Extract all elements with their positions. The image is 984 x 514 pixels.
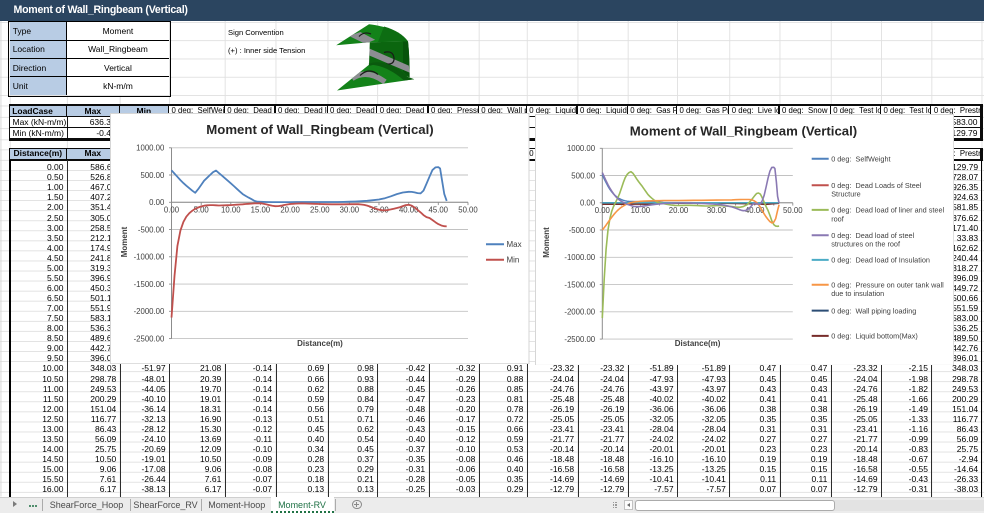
svg-text:Moment: Moment [120, 226, 129, 257]
svg-text:0.00: 0.00 [164, 206, 180, 215]
svg-text:50.00: 50.00 [783, 206, 803, 215]
svg-text:20.00: 20.00 [280, 206, 300, 215]
svg-text:-2000.00: -2000.00 [565, 307, 596, 316]
svg-text:20.00: 20.00 [669, 206, 689, 215]
svg-text:30.00: 30.00 [340, 206, 360, 215]
svg-text:0 deg: Dead load of steel: 0 deg: Dead load of steel [831, 230, 914, 239]
svg-text:Moment: Moment [542, 226, 551, 257]
svg-text:Moment of Wall_Ringbeam (Verti: Moment of Wall_Ringbeam (Vertical) [206, 122, 433, 137]
svg-text:45.00: 45.00 [429, 206, 449, 215]
svg-text:10.00: 10.00 [631, 206, 651, 215]
svg-text:0.00: 0.00 [580, 198, 596, 207]
svg-text:0 deg: Dead load of Insulatio: 0 deg: Dead load of Insulation [831, 255, 930, 264]
svg-text:-2000.00: -2000.00 [134, 307, 165, 316]
svg-text:-1500.00: -1500.00 [565, 280, 596, 289]
svg-text:-500.00: -500.00 [569, 225, 596, 234]
svg-text:1000.00: 1000.00 [136, 144, 165, 153]
svg-text:0 deg: Wall piping loading: 0 deg: Wall piping loading [831, 306, 916, 315]
svg-text:500.00: 500.00 [140, 171, 164, 180]
svg-text:30.00: 30.00 [707, 206, 727, 215]
svg-text:Distance(m): Distance(m) [297, 339, 343, 348]
svg-text:15.00: 15.00 [251, 206, 271, 215]
svg-text:-2500.00: -2500.00 [134, 334, 165, 343]
svg-text:-1500.00: -1500.00 [134, 280, 165, 289]
svg-text:0 deg: Dead Loads of Steel: 0 deg: Dead Loads of Steel [831, 180, 922, 189]
svg-text:-2500.00: -2500.00 [565, 334, 596, 343]
svg-text:10.00: 10.00 [221, 206, 241, 215]
svg-text:0 deg: Liquid bottom(Max): 0 deg: Liquid bottom(Max) [831, 331, 918, 340]
svg-text:-500.00: -500.00 [138, 225, 165, 234]
svg-text:-1000.00: -1000.00 [565, 253, 596, 262]
svg-text:Moment of Wall_Ringbeam (Verti: Moment of Wall_Ringbeam (Vertical) [630, 123, 857, 138]
svg-text:-1000.00: -1000.00 [134, 253, 165, 262]
svg-text:500.00: 500.00 [572, 171, 596, 180]
svg-text:due to insulation: due to insulation [831, 289, 884, 298]
svg-text:Min: Min [506, 255, 519, 264]
svg-text:0.00: 0.00 [595, 206, 611, 215]
svg-text:Structure: Structure [831, 189, 861, 198]
svg-text:Max: Max [506, 240, 521, 249]
svg-text:1000.00: 1000.00 [567, 144, 596, 153]
svg-text:50.00: 50.00 [458, 206, 478, 215]
svg-text:0.00: 0.00 [149, 198, 165, 207]
svg-text:Distance(m): Distance(m) [675, 338, 721, 347]
svg-text:structures on the roof: structures on the roof [831, 239, 901, 248]
svg-text:0 deg: Pressure on outer tank: 0 deg: Pressure on outer tank wall [831, 280, 944, 289]
svg-text:0 deg: Dead load of liner and: 0 deg: Dead load of liner and steel [831, 205, 944, 214]
svg-text:0 deg: SelfWeight: 0 deg: SelfWeight [831, 154, 890, 163]
svg-text:25.00: 25.00 [310, 206, 330, 215]
svg-text:roof: roof [831, 214, 845, 223]
